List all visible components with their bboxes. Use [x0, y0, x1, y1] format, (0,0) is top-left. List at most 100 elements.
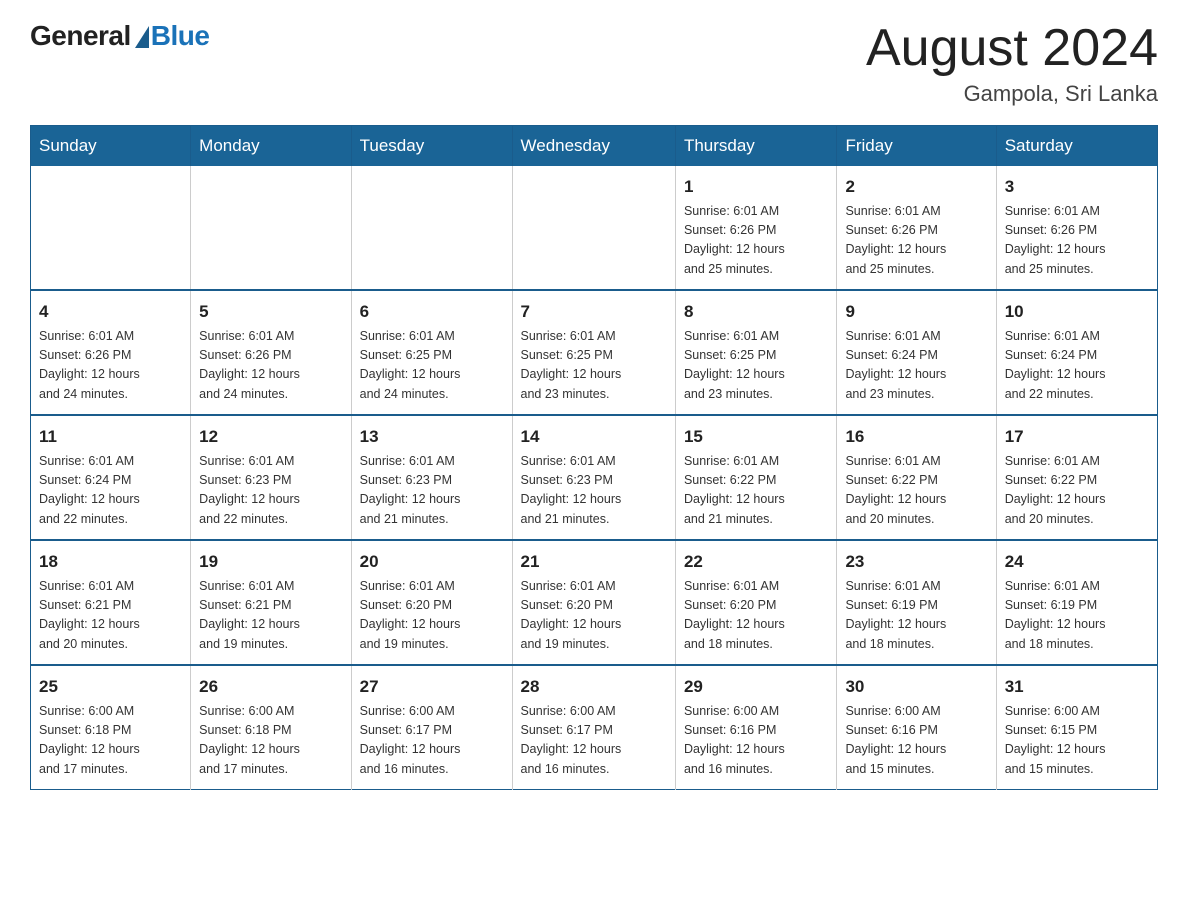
day-number: 11 [39, 424, 182, 450]
calendar-day-cell: 22Sunrise: 6:01 AMSunset: 6:20 PMDayligh… [675, 540, 837, 665]
day-info: Sunrise: 6:01 AMSunset: 6:25 PMDaylight:… [360, 327, 504, 405]
day-info: Sunrise: 6:01 AMSunset: 6:22 PMDaylight:… [845, 452, 987, 530]
calendar-week-row: 18Sunrise: 6:01 AMSunset: 6:21 PMDayligh… [31, 540, 1158, 665]
calendar-day-cell: 16Sunrise: 6:01 AMSunset: 6:22 PMDayligh… [837, 415, 996, 540]
day-info: Sunrise: 6:01 AMSunset: 6:22 PMDaylight:… [684, 452, 829, 530]
calendar-day-cell: 4Sunrise: 6:01 AMSunset: 6:26 PMDaylight… [31, 290, 191, 415]
day-number: 2 [845, 174, 987, 200]
day-info: Sunrise: 6:01 AMSunset: 6:23 PMDaylight:… [360, 452, 504, 530]
day-info: Sunrise: 6:01 AMSunset: 6:20 PMDaylight:… [684, 577, 829, 655]
day-info: Sunrise: 6:01 AMSunset: 6:23 PMDaylight:… [521, 452, 667, 530]
day-number: 28 [521, 674, 667, 700]
calendar-day-cell: 24Sunrise: 6:01 AMSunset: 6:19 PMDayligh… [996, 540, 1157, 665]
day-info: Sunrise: 6:00 AMSunset: 6:15 PMDaylight:… [1005, 702, 1149, 780]
day-info: Sunrise: 6:01 AMSunset: 6:19 PMDaylight:… [845, 577, 987, 655]
day-info: Sunrise: 6:01 AMSunset: 6:25 PMDaylight:… [684, 327, 829, 405]
calendar-day-cell: 29Sunrise: 6:00 AMSunset: 6:16 PMDayligh… [675, 665, 837, 790]
day-number: 1 [684, 174, 829, 200]
day-number: 20 [360, 549, 504, 575]
day-info: Sunrise: 6:01 AMSunset: 6:24 PMDaylight:… [845, 327, 987, 405]
calendar-day-cell: 15Sunrise: 6:01 AMSunset: 6:22 PMDayligh… [675, 415, 837, 540]
logo-general-text: General [30, 20, 131, 52]
day-info: Sunrise: 6:01 AMSunset: 6:20 PMDaylight:… [360, 577, 504, 655]
calendar-table: SundayMondayTuesdayWednesdayThursdayFrid… [30, 125, 1158, 790]
day-info: Sunrise: 6:00 AMSunset: 6:18 PMDaylight:… [39, 702, 182, 780]
day-number: 19 [199, 549, 342, 575]
calendar-day-cell: 7Sunrise: 6:01 AMSunset: 6:25 PMDaylight… [512, 290, 675, 415]
day-info: Sunrise: 6:01 AMSunset: 6:24 PMDaylight:… [39, 452, 182, 530]
day-info: Sunrise: 6:00 AMSunset: 6:16 PMDaylight:… [845, 702, 987, 780]
day-info: Sunrise: 6:01 AMSunset: 6:21 PMDaylight:… [39, 577, 182, 655]
day-of-week-header: Thursday [675, 126, 837, 167]
day-info: Sunrise: 6:00 AMSunset: 6:18 PMDaylight:… [199, 702, 342, 780]
day-info: Sunrise: 6:01 AMSunset: 6:19 PMDaylight:… [1005, 577, 1149, 655]
calendar-week-row: 11Sunrise: 6:01 AMSunset: 6:24 PMDayligh… [31, 415, 1158, 540]
day-of-week-header: Saturday [996, 126, 1157, 167]
calendar-day-cell: 9Sunrise: 6:01 AMSunset: 6:24 PMDaylight… [837, 290, 996, 415]
day-number: 3 [1005, 174, 1149, 200]
page-header: General Blue August 2024 Gampola, Sri La… [30, 20, 1158, 107]
day-info: Sunrise: 6:00 AMSunset: 6:17 PMDaylight:… [360, 702, 504, 780]
day-number: 27 [360, 674, 504, 700]
calendar-day-cell: 14Sunrise: 6:01 AMSunset: 6:23 PMDayligh… [512, 415, 675, 540]
day-of-week-header: Tuesday [351, 126, 512, 167]
calendar-week-row: 1Sunrise: 6:01 AMSunset: 6:26 PMDaylight… [31, 166, 1158, 290]
day-info: Sunrise: 6:01 AMSunset: 6:24 PMDaylight:… [1005, 327, 1149, 405]
day-of-week-header: Sunday [31, 126, 191, 167]
calendar-day-cell: 8Sunrise: 6:01 AMSunset: 6:25 PMDaylight… [675, 290, 837, 415]
day-number: 24 [1005, 549, 1149, 575]
calendar-day-cell: 6Sunrise: 6:01 AMSunset: 6:25 PMDaylight… [351, 290, 512, 415]
calendar-day-cell: 23Sunrise: 6:01 AMSunset: 6:19 PMDayligh… [837, 540, 996, 665]
month-year-title: August 2024 [866, 20, 1158, 77]
calendar-day-cell: 13Sunrise: 6:01 AMSunset: 6:23 PMDayligh… [351, 415, 512, 540]
calendar-day-cell [31, 166, 191, 290]
day-info: Sunrise: 6:01 AMSunset: 6:26 PMDaylight:… [684, 202, 829, 280]
day-number: 15 [684, 424, 829, 450]
day-number: 16 [845, 424, 987, 450]
calendar-day-cell [512, 166, 675, 290]
day-number: 17 [1005, 424, 1149, 450]
calendar-day-cell: 3Sunrise: 6:01 AMSunset: 6:26 PMDaylight… [996, 166, 1157, 290]
calendar-day-cell: 30Sunrise: 6:00 AMSunset: 6:16 PMDayligh… [837, 665, 996, 790]
location-subtitle: Gampola, Sri Lanka [866, 81, 1158, 107]
day-number: 26 [199, 674, 342, 700]
calendar-day-cell: 2Sunrise: 6:01 AMSunset: 6:26 PMDaylight… [837, 166, 996, 290]
calendar-day-cell: 28Sunrise: 6:00 AMSunset: 6:17 PMDayligh… [512, 665, 675, 790]
day-number: 7 [521, 299, 667, 325]
calendar-day-cell: 21Sunrise: 6:01 AMSunset: 6:20 PMDayligh… [512, 540, 675, 665]
calendar-day-cell: 19Sunrise: 6:01 AMSunset: 6:21 PMDayligh… [191, 540, 351, 665]
calendar-day-cell: 10Sunrise: 6:01 AMSunset: 6:24 PMDayligh… [996, 290, 1157, 415]
calendar-week-row: 25Sunrise: 6:00 AMSunset: 6:18 PMDayligh… [31, 665, 1158, 790]
calendar-header-row: SundayMondayTuesdayWednesdayThursdayFrid… [31, 126, 1158, 167]
day-number: 25 [39, 674, 182, 700]
day-info: Sunrise: 6:01 AMSunset: 6:21 PMDaylight:… [199, 577, 342, 655]
day-number: 10 [1005, 299, 1149, 325]
day-number: 29 [684, 674, 829, 700]
day-of-week-header: Monday [191, 126, 351, 167]
calendar-day-cell: 26Sunrise: 6:00 AMSunset: 6:18 PMDayligh… [191, 665, 351, 790]
calendar-day-cell [351, 166, 512, 290]
day-number: 30 [845, 674, 987, 700]
day-number: 4 [39, 299, 182, 325]
day-number: 18 [39, 549, 182, 575]
calendar-week-row: 4Sunrise: 6:01 AMSunset: 6:26 PMDaylight… [31, 290, 1158, 415]
day-info: Sunrise: 6:01 AMSunset: 6:25 PMDaylight:… [521, 327, 667, 405]
calendar-day-cell: 17Sunrise: 6:01 AMSunset: 6:22 PMDayligh… [996, 415, 1157, 540]
day-info: Sunrise: 6:01 AMSunset: 6:26 PMDaylight:… [1005, 202, 1149, 280]
day-info: Sunrise: 6:01 AMSunset: 6:26 PMDaylight:… [845, 202, 987, 280]
calendar-day-cell: 27Sunrise: 6:00 AMSunset: 6:17 PMDayligh… [351, 665, 512, 790]
day-number: 8 [684, 299, 829, 325]
day-number: 5 [199, 299, 342, 325]
day-number: 13 [360, 424, 504, 450]
day-number: 9 [845, 299, 987, 325]
day-number: 31 [1005, 674, 1149, 700]
calendar-day-cell: 1Sunrise: 6:01 AMSunset: 6:26 PMDaylight… [675, 166, 837, 290]
day-number: 6 [360, 299, 504, 325]
day-number: 14 [521, 424, 667, 450]
logo: General Blue [30, 20, 209, 52]
day-number: 23 [845, 549, 987, 575]
logo-blue-text: Blue [151, 20, 210, 52]
day-info: Sunrise: 6:00 AMSunset: 6:16 PMDaylight:… [684, 702, 829, 780]
day-number: 21 [521, 549, 667, 575]
day-number: 12 [199, 424, 342, 450]
